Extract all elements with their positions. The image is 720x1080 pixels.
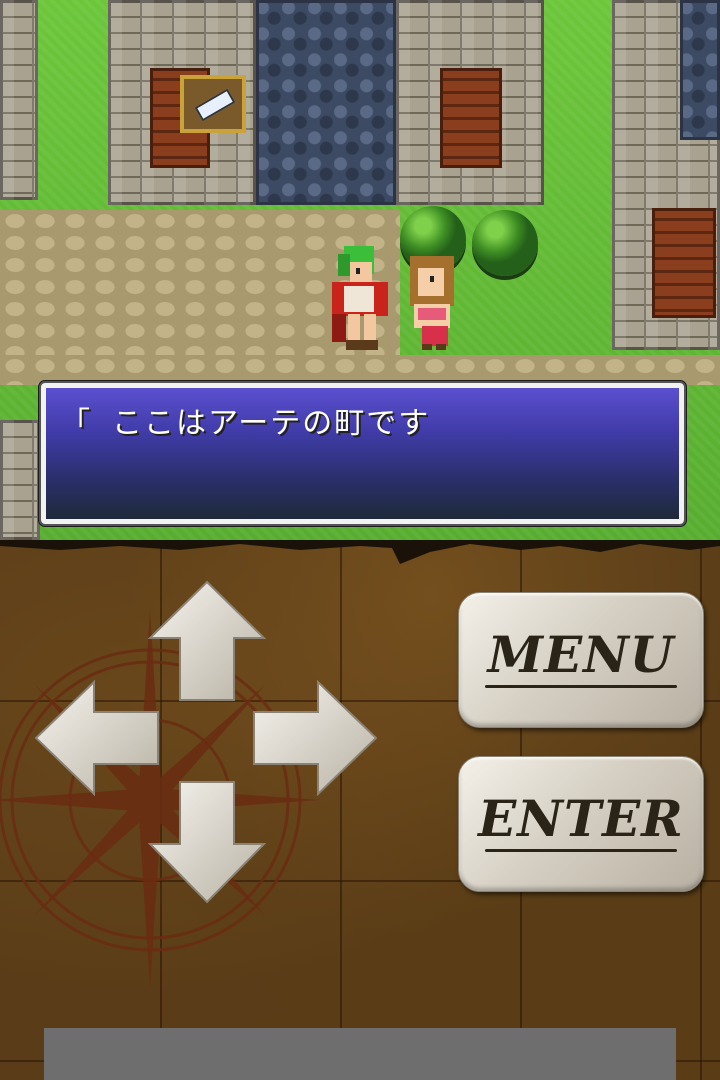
control-panel: MENU ENTER [0,540,720,1080]
building-wall [0,420,40,540]
arrow-right-icon [253,680,378,796]
arrow-up-icon [148,580,266,701]
bush [472,210,538,276]
dpad-left-button[interactable] [34,680,160,796]
stone-floor [680,0,720,140]
stone-floor [256,0,396,205]
weapon-shop-sign [180,75,246,133]
enter-button-label: ENTER [478,789,684,848]
menu-button-label: MENU [487,625,675,684]
game-screen: 「 ここはアーテの町です [0,0,720,540]
villager-girl-sprite [410,256,454,350]
building-wall [0,0,38,200]
torn-edge [0,540,720,564]
dpad-up-button[interactable] [148,580,266,702]
cobblestone-road [0,355,720,385]
arrow-down-icon [148,781,266,904]
hero-sprite [332,246,388,350]
arrow-left-icon [34,680,159,796]
dialog-text: 「 ここはアーテの町です [60,406,431,441]
menu-underline [485,685,677,688]
building-door [440,68,502,168]
enter-button[interactable]: ENTER [458,756,704,892]
menu-button[interactable]: MENU [458,592,704,728]
enter-underline [485,849,677,852]
dpad-right-button[interactable] [252,680,378,796]
dialog-box[interactable]: 「 ここはアーテの町です [39,381,686,526]
building-door [652,208,716,318]
dpad-down-button[interactable] [148,780,266,904]
bottom-bar [44,1028,676,1080]
